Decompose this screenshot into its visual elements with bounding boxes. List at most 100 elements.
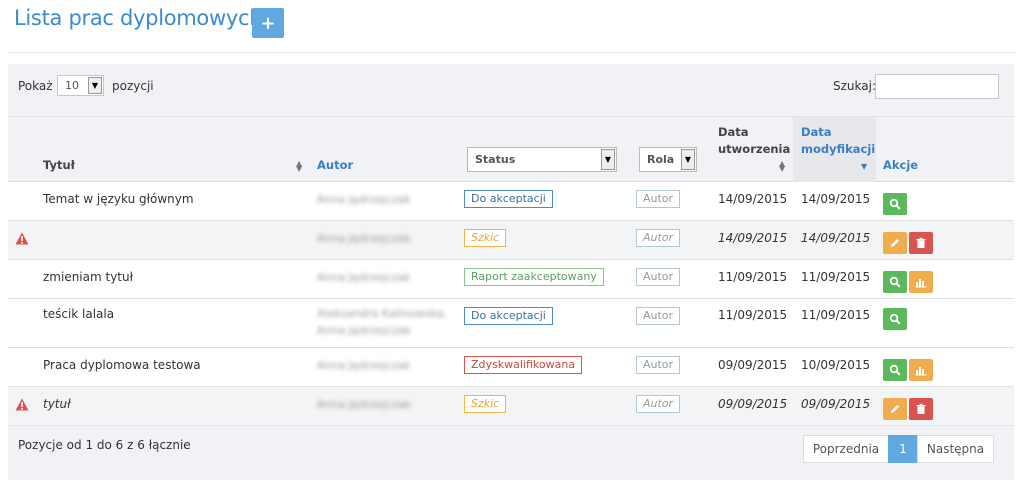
thesis-title: Temat w języku głównym [43, 191, 194, 206]
role-filter-select[interactable]: Rola ▼ [639, 147, 697, 172]
chart-icon [915, 364, 927, 376]
created-date: 11/09/2015 [718, 269, 788, 284]
add-thesis-button[interactable]: + [252, 8, 284, 38]
author-name: Anna Jędrzejczak [317, 397, 411, 411]
modified-date: 14/09/2015 [801, 230, 871, 245]
table-toolbar: Pokaż 10 ▼ pozycji Szukaj: [8, 64, 1014, 116]
prev-page-button[interactable]: Poprzednia [803, 435, 889, 463]
pencil-icon [889, 403, 901, 415]
author-name: Anna Jędrzejczak [317, 324, 411, 337]
sort-desc-icon[interactable]: ▼ [861, 163, 867, 171]
status-badge: Do akceptacji [464, 307, 553, 325]
chart-icon [915, 276, 927, 288]
chevron-down-icon: ▼ [681, 149, 695, 170]
chevron-down-icon: ▼ [601, 149, 615, 170]
pencil-icon [889, 237, 901, 249]
edit-button[interactable] [883, 397, 907, 420]
table-footer: Pozycje od 1 do 6 z 6 łącznie Poprzednia… [8, 426, 1014, 480]
role-filter-value: Rola [647, 153, 675, 166]
chevron-down-icon: ▼ [88, 77, 102, 94]
view-button[interactable] [883, 192, 907, 215]
column-author-header[interactable]: Autor [317, 158, 353, 172]
table-row: Praca dyplomowa testowa Anna Jędrzejczak Z… [8, 348, 1014, 387]
search-icon [889, 198, 901, 210]
status-filter-value: Status [475, 153, 516, 166]
modified-date: 10/09/2015 [801, 357, 871, 372]
author-name: Anna Jędrzejczak [317, 358, 411, 372]
role-badge: Autor [636, 228, 681, 247]
edit-button[interactable] [883, 231, 907, 254]
divider [8, 52, 1016, 53]
created-date: 14/09/2015 [718, 191, 788, 206]
status-badge: Szkic [464, 228, 507, 247]
modified-header-line2: modyfikacji [801, 142, 876, 156]
search-input[interactable] [875, 74, 999, 99]
modified-date: 14/09/2015 [801, 191, 871, 206]
page-title: Lista prac dyplomowych [14, 6, 263, 30]
page-length-select[interactable]: 10 ▼ [57, 75, 104, 96]
role-badge: Autor [636, 267, 681, 286]
column-actions-header: Akcje [883, 158, 919, 172]
table-row: Temat w języku głównym Anna Jędrzejczak Do… [8, 182, 1014, 221]
trash-icon [915, 237, 927, 249]
search-icon [889, 276, 901, 288]
table-row: teścik lalala Aleksandra Kalinowska, Anna … [8, 299, 1014, 348]
author-name: Aleksandra Kalinowska, [317, 307, 447, 320]
created-date: 11/09/2015 [718, 308, 788, 322]
thesis-title: Praca dyplomowa testowa [43, 357, 201, 372]
role-badge: Autor [636, 189, 681, 208]
thesis-title: zmieniam tytuł [43, 269, 134, 284]
author-name: Anna Jędrzejczak [317, 231, 411, 245]
column-modified-header[interactable]: Data modyfikacji [801, 124, 875, 158]
created-header-line2: utworzenia [718, 142, 791, 156]
table-row: tytuł Anna Jędrzejczak Szkic Autor 09/09/201… [8, 387, 1014, 426]
table-panel: Pokaż 10 ▼ pozycji Szukaj: Tytuł ▲ ▼ Auto… [8, 64, 1014, 480]
view-button[interactable] [883, 270, 907, 293]
modified-date: 11/09/2015 [801, 269, 871, 284]
delete-button[interactable] [909, 397, 933, 420]
view-button[interactable] [883, 308, 907, 330]
status-filter-select[interactable]: Status ▼ [467, 147, 617, 172]
entries-label: pozycji [112, 79, 154, 93]
modified-header-line1: Data [801, 125, 832, 139]
created-date: 09/09/2015 [718, 396, 788, 411]
page-button-1[interactable]: 1 [888, 435, 918, 463]
pagination-info: Pozycje od 1 do 6 z 6 łącznie [18, 438, 191, 452]
warning-icon [15, 232, 29, 244]
created-header-line1: Data [718, 125, 749, 139]
thesis-title: tytuł [43, 396, 71, 411]
modified-date: 09/09/2015 [801, 396, 871, 411]
plus-icon: + [260, 12, 276, 34]
thesis-title: teścik lalala [43, 307, 115, 321]
next-page-button[interactable]: Następna [917, 435, 994, 463]
modified-date: 11/09/2015 [801, 308, 871, 322]
role-badge: Autor [636, 355, 681, 374]
sort-icon[interactable]: ▲ ▼ [779, 160, 785, 173]
status-badge: Szkic [464, 394, 507, 413]
report-button[interactable] [909, 270, 933, 293]
table-header: Tytuł ▲ ▼ Autor Status ▼ Rola ▼ Data utwo… [8, 116, 1014, 182]
search-icon [889, 364, 901, 376]
role-badge: Autor [636, 394, 681, 413]
delete-button[interactable] [909, 231, 933, 254]
show-label: Pokaż [18, 79, 53, 93]
page-length-value: 10 [65, 79, 79, 92]
table-row: Anna Jędrzejczak Szkic Autor 14/09/2015 14/0… [8, 221, 1014, 260]
column-title-header[interactable]: Tytuł [43, 158, 75, 172]
column-created-header[interactable]: Data utworzenia [718, 124, 790, 158]
trash-icon [915, 403, 927, 415]
search-icon [889, 313, 901, 325]
report-button[interactable] [909, 358, 933, 381]
created-date: 09/09/2015 [718, 357, 788, 372]
view-button[interactable] [883, 358, 907, 381]
author-name: Anna Jędrzejczak [317, 270, 411, 284]
status-badge: Do akceptacji [464, 189, 553, 208]
warning-icon [15, 398, 29, 410]
role-badge: Autor [636, 307, 681, 325]
status-badge: Raport zaakceptowany [464, 267, 604, 286]
search-label: Szukaj: [833, 79, 876, 93]
status-badge: Zdyskwalifikowana [464, 355, 583, 374]
table-row: zmieniam tytuł Anna Jędrzejczak Raport zaa… [8, 260, 1014, 299]
author-name: Anna Jędrzejczak [317, 192, 411, 206]
sort-icon[interactable]: ▲ ▼ [296, 160, 302, 173]
